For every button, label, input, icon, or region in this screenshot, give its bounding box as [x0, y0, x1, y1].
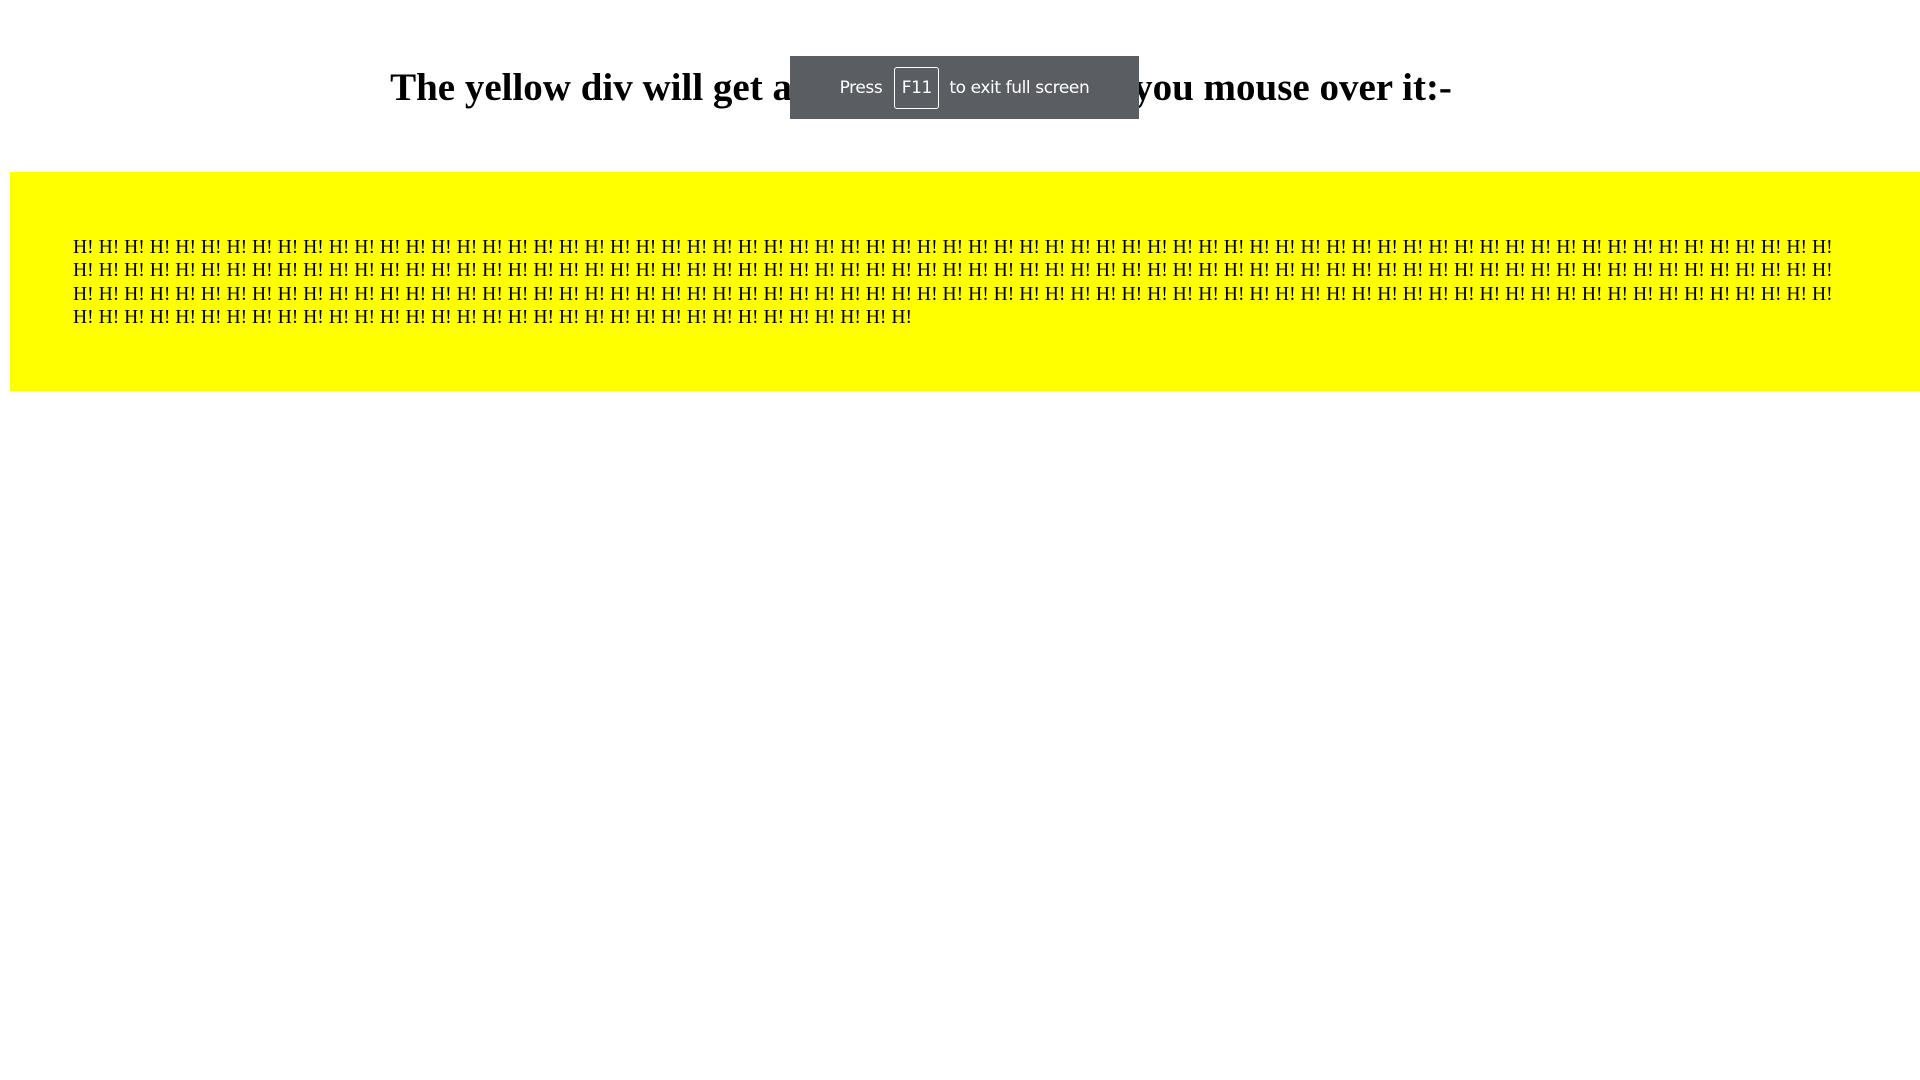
- fullscreen-notice-suffix: to exit full screen: [949, 77, 1090, 98]
- hover-div-text: H! H! H! H! H! H! H! H! H! H! H! H! H! H…: [73, 237, 1833, 328]
- fullscreen-exit-notice: Press F11 to exit full screen: [790, 56, 1139, 119]
- f11-key-badge: F11: [894, 66, 940, 109]
- yellow-hover-div[interactable]: H! H! H! H! H! H! H! H! H! H! H! H! H! H…: [10, 172, 1920, 391]
- fullscreen-notice-prefix: Press: [839, 77, 883, 98]
